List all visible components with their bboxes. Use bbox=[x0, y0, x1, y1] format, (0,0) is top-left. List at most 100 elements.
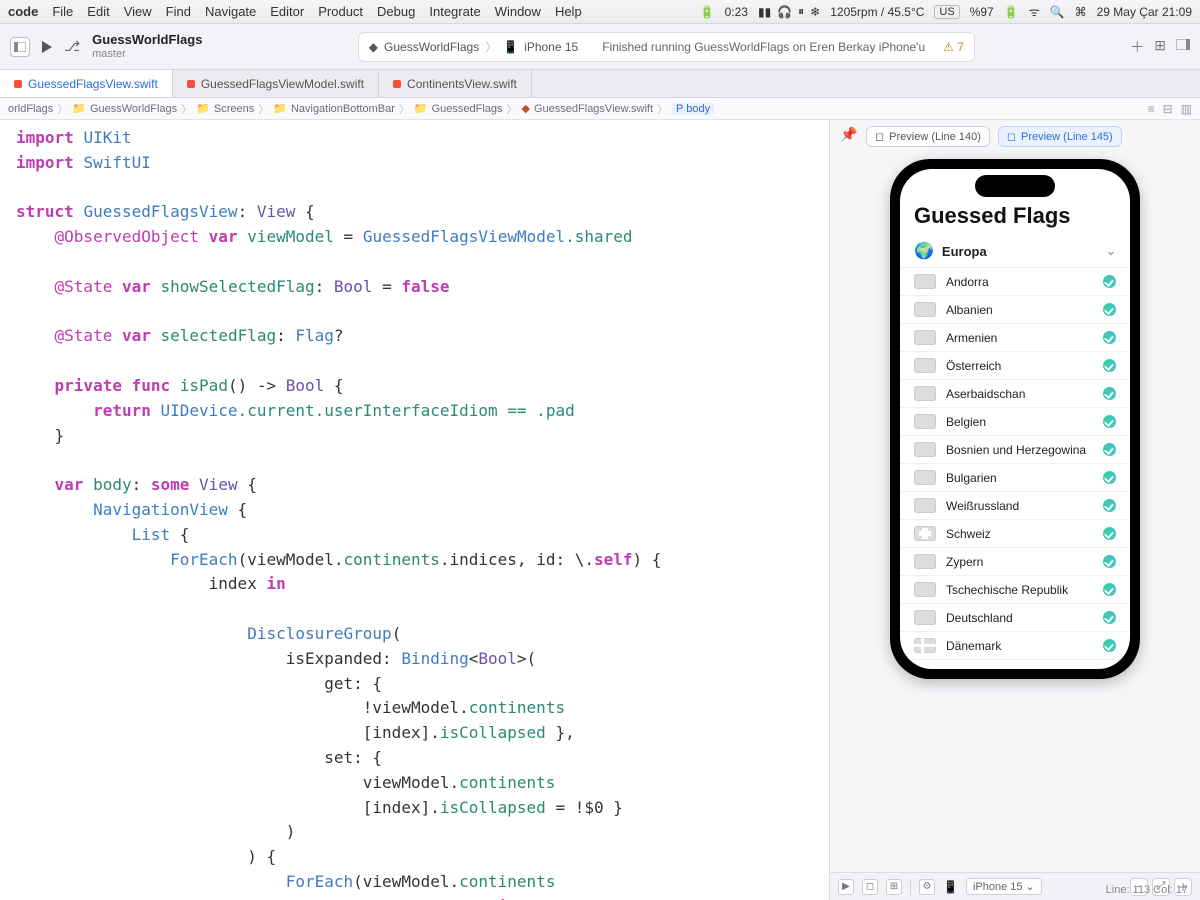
toggle-inspector-button[interactable] bbox=[1176, 37, 1190, 57]
minimap-icon[interactable]: ▥ bbox=[1181, 102, 1192, 116]
tab-guessedflagsviewmodel[interactable]: GuessedFlagsViewModel.swift bbox=[173, 70, 379, 97]
preview-tab-1[interactable]: ◻︎ Preview (Line 140) bbox=[866, 126, 990, 147]
menu-navigate[interactable]: Navigate bbox=[205, 4, 256, 19]
list-item[interactable]: Belgien bbox=[900, 408, 1130, 436]
preview-icon: ◻︎ bbox=[1007, 130, 1016, 143]
menu-help[interactable]: Help bbox=[555, 4, 582, 19]
list-item[interactable]: Dänemark bbox=[900, 632, 1130, 660]
crumb[interactable]: NavigationBottomBar bbox=[291, 103, 395, 115]
list-item[interactable]: Deutschland bbox=[900, 604, 1130, 632]
simulator-screen[interactable]: Guessed Flags 🌍 Europa ⌄ AndorraAlbanien… bbox=[900, 169, 1130, 669]
run-destination: iPhone 15 bbox=[524, 40, 578, 54]
crumb[interactable]: GuessedFlags bbox=[432, 103, 503, 115]
menu-debug[interactable]: Debug bbox=[377, 4, 415, 19]
library-icon[interactable]: ⊞ bbox=[1154, 37, 1166, 57]
menu-view[interactable]: View bbox=[124, 4, 152, 19]
search-icon[interactable]: 🔍 bbox=[1050, 5, 1065, 19]
checkmark-icon bbox=[1103, 583, 1116, 596]
checkmark-icon bbox=[1103, 359, 1116, 372]
checkmark-icon bbox=[1103, 415, 1116, 428]
adjust-editor-icon[interactable]: ⊟ bbox=[1163, 102, 1173, 116]
checkmark-icon bbox=[1103, 387, 1116, 400]
wifi-icon[interactable]: ᯤ bbox=[1029, 3, 1040, 20]
macos-menubar: code File Edit View Find Navigate Editor… bbox=[0, 0, 1200, 24]
continent-header[interactable]: 🌍 Europa ⌄ bbox=[900, 235, 1130, 268]
variants-button[interactable]: ⊞ bbox=[886, 879, 902, 895]
checkmark-icon bbox=[1103, 499, 1116, 512]
crumb[interactable]: Screens bbox=[214, 103, 254, 115]
flag-icon bbox=[914, 610, 936, 625]
checkmark-icon bbox=[1103, 555, 1116, 568]
input-locale[interactable]: US bbox=[934, 5, 959, 19]
country-name: Bulgarien bbox=[946, 471, 997, 485]
source-editor[interactable]: import UIKit import SwiftUI struct Guess… bbox=[0, 120, 830, 900]
list-item[interactable]: Österreich bbox=[900, 352, 1130, 380]
menu-integrate[interactable]: Integrate bbox=[429, 4, 480, 19]
flag-icon bbox=[914, 442, 936, 457]
folder-icon: 📁 bbox=[72, 102, 86, 115]
headphones-icon: 🎧 bbox=[777, 5, 792, 19]
menu-window[interactable]: Window bbox=[495, 4, 541, 19]
checkmark-icon bbox=[1103, 639, 1116, 652]
list-item[interactable]: Andorra bbox=[900, 268, 1130, 296]
battery-time: 0:23 bbox=[725, 5, 748, 19]
menu-file[interactable]: File bbox=[52, 4, 73, 19]
chevron-down-icon: ⌄ bbox=[1106, 244, 1116, 258]
list-item[interactable]: Tschechische Republik bbox=[900, 576, 1130, 604]
crumb-symbol[interactable]: P body bbox=[672, 103, 714, 115]
country-name: Deutschland bbox=[946, 611, 1013, 625]
app-menu[interactable]: code bbox=[8, 4, 38, 19]
list-item[interactable]: Albanien bbox=[900, 296, 1130, 324]
crumb[interactable]: orldFlags bbox=[8, 103, 53, 115]
list-item[interactable]: Bosnien und Herzegowina bbox=[900, 436, 1130, 464]
preview-device-picker[interactable]: iPhone 15 ⌄ bbox=[966, 878, 1042, 895]
list-item[interactable]: Weißrussland bbox=[900, 492, 1130, 520]
battery-icon: 🔋 bbox=[1004, 5, 1019, 19]
menu-editor[interactable]: Editor bbox=[270, 4, 304, 19]
code-content[interactable]: import UIKit import SwiftUI struct Guess… bbox=[16, 126, 819, 900]
list-item[interactable]: Armenien bbox=[900, 324, 1130, 352]
branch-icon[interactable]: ⎇ bbox=[64, 38, 80, 55]
menu-product[interactable]: Product bbox=[318, 4, 363, 19]
country-name: Tschechische Republik bbox=[946, 583, 1068, 597]
list-item[interactable]: Schweiz bbox=[900, 520, 1130, 548]
scheme-project[interactable]: GuessWorldFlags master bbox=[92, 33, 202, 59]
editor-tabs: GuessedFlagsView.swift GuessedFlagsViewM… bbox=[0, 70, 1200, 98]
list-item[interactable]: Zypern bbox=[900, 548, 1130, 576]
country-name: Schweiz bbox=[946, 527, 991, 541]
toggle-navigator-button[interactable] bbox=[10, 37, 30, 57]
run-button[interactable] bbox=[42, 41, 52, 53]
list-item[interactable]: Aserbaidschan bbox=[900, 380, 1130, 408]
menu-edit[interactable]: Edit bbox=[87, 4, 109, 19]
flag-icon bbox=[914, 358, 936, 373]
crumb[interactable]: GuessWorldFlags bbox=[90, 103, 177, 115]
crumb[interactable]: GuessedFlagsView.swift bbox=[534, 103, 653, 115]
device-settings-button[interactable]: ⚙ bbox=[919, 879, 935, 895]
swift-file-icon bbox=[14, 80, 22, 88]
live-preview-button[interactable]: ▶ bbox=[838, 879, 854, 895]
list-item[interactable]: Bulgarien bbox=[900, 464, 1130, 492]
activity-view[interactable]: ◆ GuessWorldFlags 〉 📱 iPhone 15 Finished… bbox=[358, 32, 975, 62]
device-icon: 📱 bbox=[503, 40, 518, 54]
checkmark-icon bbox=[1103, 527, 1116, 540]
canvas-preview-panel: 📌 ◻︎ Preview (Line 140) ◻︎ Preview (Line… bbox=[830, 120, 1200, 900]
jump-bar[interactable]: orldFlags〉 📁GuessWorldFlags〉 📁Screens〉 📁… bbox=[0, 98, 1200, 120]
preview-tab-2[interactable]: ◻︎ Preview (Line 145) bbox=[998, 126, 1122, 147]
swift-file-icon: ◆ bbox=[522, 102, 530, 115]
country-name: Belgien bbox=[946, 415, 986, 429]
tab-guessedflagsview[interactable]: GuessedFlagsView.swift bbox=[0, 70, 173, 97]
menu-find[interactable]: Find bbox=[166, 4, 191, 19]
continent-name: Europa bbox=[942, 244, 987, 259]
cursor-position: Line: 113 Col: 17 bbox=[1106, 884, 1188, 896]
selectable-button[interactable]: ◻ bbox=[862, 879, 878, 895]
tab-continentsview[interactable]: ContinentsView.swift bbox=[379, 70, 532, 97]
flag-icon bbox=[914, 638, 936, 653]
country-list[interactable]: AndorraAlbanienArmenienÖsterreichAserbai… bbox=[900, 268, 1130, 669]
related-items-icon[interactable]: ≡ bbox=[1148, 102, 1155, 116]
plus-icon[interactable]: ＋ bbox=[1130, 37, 1144, 57]
flag-icon bbox=[914, 302, 936, 317]
pin-icon[interactable]: 📌 bbox=[840, 126, 857, 143]
flag-icon bbox=[914, 386, 936, 401]
control-center-icon[interactable]: ⌘ bbox=[1075, 5, 1087, 19]
warnings-badge[interactable]: ⚠︎ 7 bbox=[943, 40, 964, 54]
